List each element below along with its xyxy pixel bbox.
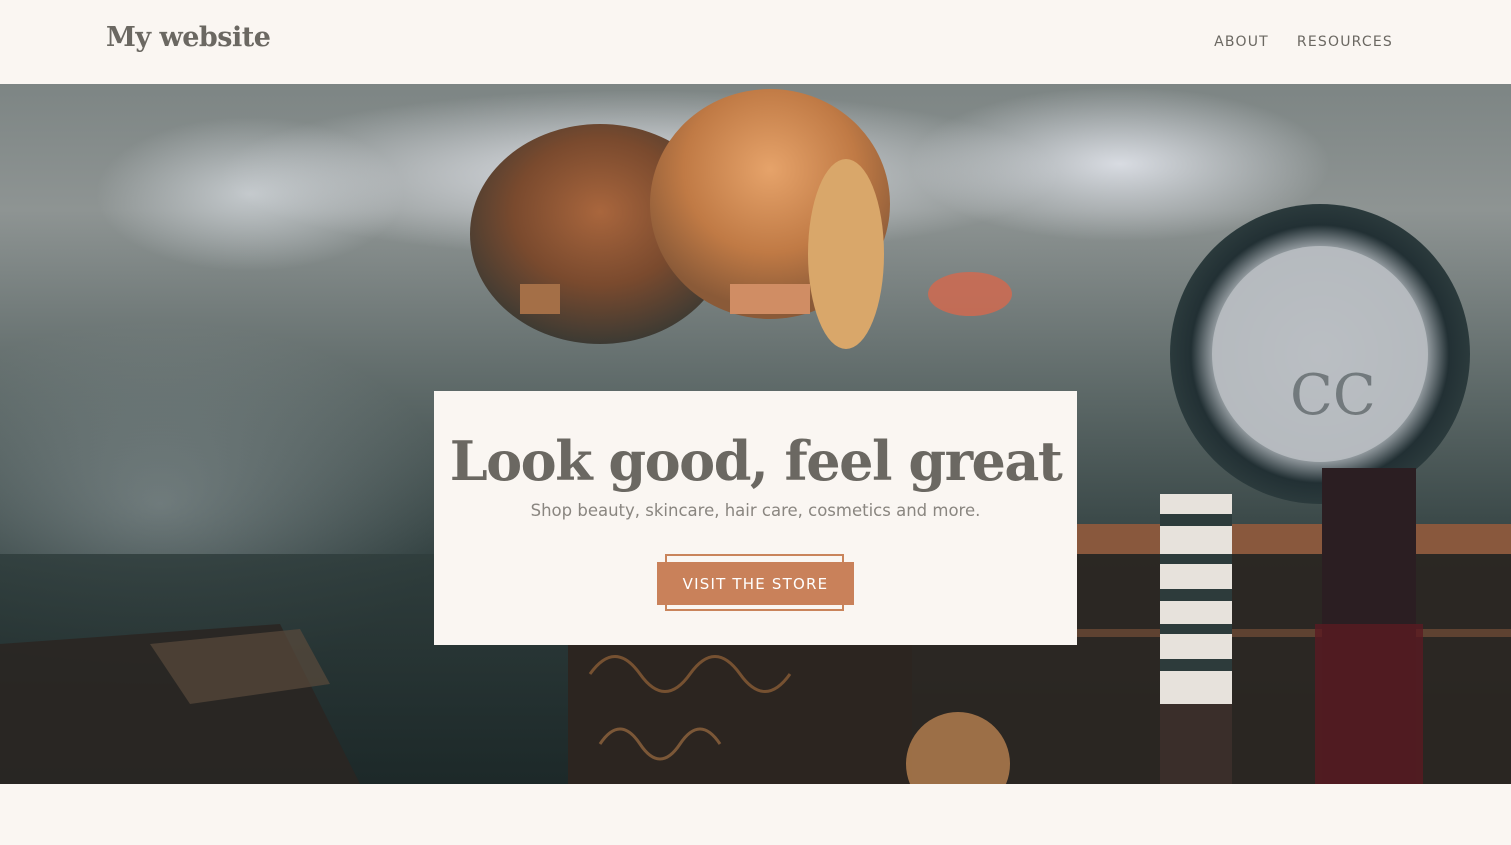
- nav-about-link[interactable]: ABOUT: [1214, 34, 1269, 50]
- nav-resources-link[interactable]: RESOURCES: [1297, 34, 1393, 50]
- site-title[interactable]: My website: [106, 22, 271, 53]
- hero-card: Look good, feel great Shop beauty, skinc…: [434, 391, 1077, 645]
- page: My website ABOUT RESOURCES CC Look good,…: [0, 0, 1511, 845]
- page-bottom-strip: [0, 784, 1511, 845]
- hero-subtitle: Shop beauty, skincare, hair care, cosmet…: [530, 501, 981, 520]
- hero-section: CC Look good, feel great Shop beauty, sk…: [0, 84, 1511, 784]
- svg-text:CC: CC: [1290, 363, 1376, 428]
- hero-headline: Look good, feel great: [449, 429, 1063, 493]
- site-header: My website ABOUT RESOURCES: [0, 0, 1511, 84]
- visit-store-button[interactable]: VISIT THE STORE: [657, 562, 854, 605]
- main-nav: ABOUT RESOURCES: [1214, 34, 1393, 50]
